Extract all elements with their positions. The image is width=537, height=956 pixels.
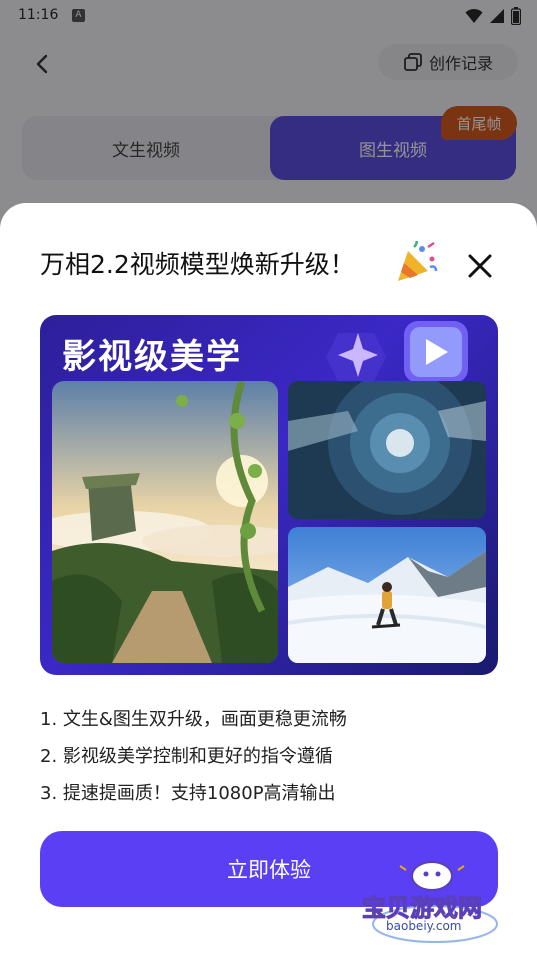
feature-list: 1. 文生&图生双升级，画面更稳更流畅 2. 影视级美学控制和更好的指令遵循 3…: [40, 701, 347, 812]
feature-item: 3. 提速提画质！支持1080P高清输出: [40, 783, 336, 804]
watermark-url: baobeiy.com: [386, 919, 462, 933]
promo-banner: 影视级美学: [40, 315, 498, 675]
fantasy-scene-image: [52, 381, 278, 663]
feature-item: 1. 文生&图生双升级，画面更稳更流畅: [40, 709, 347, 730]
dialog-title: 万相2.2视频模型焕新升级！: [40, 250, 355, 279]
close-icon: [468, 254, 492, 278]
tunnel-scene-image: [288, 381, 486, 519]
upgrade-dialog: 万相2.2视频模型焕新升级！ 影视级美学 1. 文生&图生双升级，画面更稳更流畅…: [0, 203, 537, 956]
feature-item: 2. 影视级美学控制和更好的指令遵循: [40, 746, 333, 767]
ski-scene-image: [288, 527, 486, 663]
watermark-name: 宝贝游戏网: [362, 894, 483, 923]
party-popper-icon: [398, 241, 438, 281]
close-button[interactable]: [462, 248, 498, 284]
banner-title: 影视级美学: [62, 337, 242, 377]
